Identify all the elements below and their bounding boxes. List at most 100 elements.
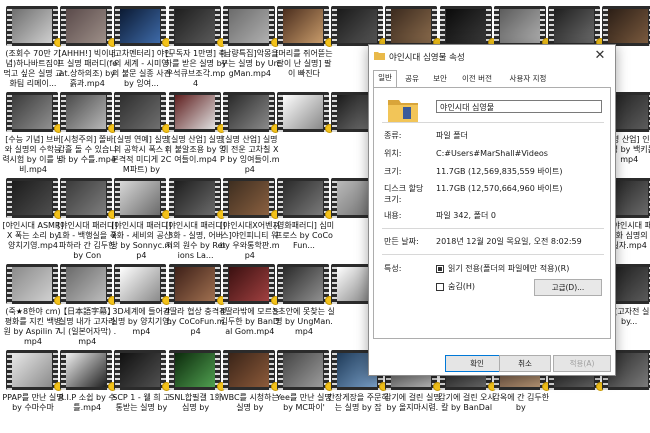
video-file-item[interactable] — [273, 88, 335, 174]
video-thumbnail — [439, 6, 492, 46]
video-file-item[interactable]: 3D세계에 들어간 실명 by 양치기영.mp4 — [110, 260, 172, 346]
tab-sharing[interactable]: 공유 — [401, 72, 423, 86]
file-name: 4딸라밖에 모르는 김두한 by BanDal Gom.mp4 — [220, 307, 280, 336]
video-thumbnail — [6, 264, 58, 304]
video-thumbnail — [60, 178, 113, 218]
video-file-item[interactable]: [수능 기념] 브버와 실명의 수학능력시험 by 이를 낭비.mp4 — [2, 88, 64, 174]
close-button[interactable]: ✕ — [591, 47, 609, 65]
video-thumbnail — [114, 350, 167, 390]
video-file-item[interactable]: [영화패러디] 심미프로스 by CoCoFun... — [273, 174, 335, 260]
attributes-label: 특성: — [384, 264, 402, 273]
video-file-item[interactable]: [구독자 1만명] 축하를 받은 실명 by 우석큐브조각.mp4 — [165, 2, 227, 88]
video-file-item[interactable]: [시청주의] 쫄바 감흘 돌 수 있습니다 by 수틀.mp4 — [56, 88, 118, 174]
thumbnail-frame — [66, 9, 107, 43]
film-strip-icon — [602, 6, 608, 46]
video-file-item[interactable]: Yee를 만난 실명 by MC파이' — [273, 346, 335, 432]
video-file-item[interactable]: (조회수 70만 기념)하나바트짐이 먹고 싶은 실명 교화팀 리메이... — [2, 2, 64, 88]
apply-button[interactable]: 적용(A) — [553, 355, 611, 372]
film-strip-icon — [114, 92, 120, 132]
video-file-item[interactable]: 4딸라밖에 모르는 김두한 by BanDal Gom.mp4 — [219, 260, 281, 346]
video-thumbnail — [602, 6, 650, 46]
video-file-item[interactable]: (죽★8한야 cm) 평화를 지킨 백병원 by Aspilin 7.mp4 — [2, 260, 64, 346]
video-thumbnail — [6, 178, 58, 218]
thumbnail-frame — [120, 181, 161, 215]
thumbnail-frame — [445, 9, 486, 43]
film-strip-icon — [6, 6, 12, 46]
video-file-item[interactable]: [실명 산업] 실명의 불알조용 by 잉여들이.mp4 — [165, 88, 227, 174]
tab-general[interactable]: 일반 — [373, 70, 397, 88]
thumbnail-frame — [12, 95, 52, 129]
film-strip-icon — [60, 6, 66, 46]
film-strip-icon — [331, 92, 337, 132]
size-label: 크기: — [384, 167, 402, 176]
file-name: 감옥에 간 김두한 by — [492, 393, 550, 412]
video-file-item[interactable]: [머리를 쥐어뜯는 팔이 난 실명] 팔이 빠진다 — [273, 2, 335, 88]
location-value: C:#Users#MarShall#Videos — [436, 149, 548, 158]
video-file-item[interactable]: [납량특집]악몽을 꾸는 실명 by UngMan.mp4 — [219, 2, 281, 88]
tab-customize[interactable]: 사용자 지정 — [502, 72, 554, 86]
dialog-title: 야인시대 심영물 속성 — [389, 53, 465, 63]
video-file-item[interactable]: SNL합필갤 1화 심명 by — [165, 346, 227, 432]
file-name: [실명 산업] 실명이 전운 고차칠 XP by 잉여들이.mp4 — [220, 135, 280, 174]
file-name: 【日本語字幕】실명 내가 고자라니 (일본어자막) .mp4 — [58, 307, 117, 346]
thumbnail-frame — [228, 267, 269, 301]
file-name — [544, 393, 606, 433]
tab-previous-versions[interactable]: 이전 버전 — [457, 72, 497, 86]
thumbnail-frame — [66, 95, 107, 129]
readonly-checkbox[interactable] — [436, 265, 444, 273]
divider — [382, 254, 604, 255]
file-name: [고차멘터리] 야인의 세계 - 시미영의 불문 실종 사건 by 잉여... — [111, 49, 172, 88]
contents-label: 내용: — [384, 211, 402, 220]
film-strip-icon — [169, 6, 175, 46]
video-file-item[interactable]: [실명 연예] 실명의 공학시 폭스 ( 본격적 미디게 2CM파트) by — [110, 88, 172, 174]
folder-name-field[interactable]: 야인시대 심영물 — [436, 100, 602, 113]
file-name: [AHHH!] 빅이너프 실명 패러디(feat.상하의조) by 흙과.mp4 — [57, 49, 118, 88]
video-file-item[interactable]: WBC를 시청하는 실명 by — [219, 346, 281, 432]
file-name: [시청주의] 쫄바 감흘 돌 수 있습니다 by 수틀.mp4 — [57, 135, 117, 164]
video-file-item[interactable]: [야인시대 패러디] 1화 - 백행실을 폭파하라 간 김두한 by Con — [56, 174, 118, 260]
video-file-item[interactable]: 4딸라 협상 충격전 by CoCoFun.mp4 — [165, 260, 227, 346]
video-file-item[interactable]: PPAP를 만난 실명 by 수마수마 — [2, 346, 64, 432]
tab-security[interactable]: 보안 — [428, 72, 452, 86]
film-strip-icon — [277, 178, 283, 218]
thumbnail-frame — [283, 353, 323, 387]
video-thumbnail — [168, 178, 221, 218]
thumbnail-frame — [228, 181, 269, 215]
video-file-item[interactable]: SCP 1 - 웰 희 고통받는 실명 by — [110, 346, 172, 432]
thumbnail-frame — [228, 95, 269, 129]
film-strip-icon — [6, 92, 12, 132]
file-name: SCP 1 - 웰 희 고통받는 실명 by — [112, 393, 171, 412]
video-file-item[interactable]: [AHHH!] 빅이너프 실명 패러디(feat.상하의조) by 흙과.mp4 — [56, 2, 118, 88]
film-strip-icon — [223, 6, 229, 46]
video-file-item[interactable]: [야인시대 패러디] 3화 - 실명, 어버지의 원수 by Retions L… — [165, 174, 227, 260]
file-name: 감기에 걸린 오사칼 by BanDal — [438, 393, 495, 412]
video-thumbnail — [385, 6, 438, 46]
film-strip-icon — [277, 6, 283, 46]
video-file-item[interactable]: [야인시대X어벤져스]야인피니티 워 by 우와통학판.mp4 — [219, 174, 281, 260]
cancel-button[interactable]: 취소 — [499, 355, 551, 372]
contents-value: 파일 342, 폴더 0 — [436, 211, 496, 220]
divider — [382, 228, 604, 229]
video-file-item[interactable]: R.I.P 소쉽 by 수틀.mp4 — [56, 346, 118, 432]
video-thumbnail — [222, 6, 275, 46]
video-file-item[interactable]: 5초안에 못찾는 실명 by UngMan.mp4 — [273, 260, 335, 346]
video-file-item[interactable]: [야인시대 패러디] 2화 - 세비의 공산당 by Sonnyc.mp4 — [110, 174, 172, 260]
video-thumbnail — [60, 92, 113, 132]
advanced-button[interactable]: 고급(D)... — [534, 279, 602, 296]
video-file-item[interactable]: [실명 산업] 실명이 전운 고차칠 XP by 잉여들이.mp4 — [219, 88, 281, 174]
hidden-checkbox[interactable] — [436, 283, 444, 291]
video-file-item[interactable]: [야인시대 ASMR] X 폭는 소리 by 양치기영.mp4 — [2, 174, 64, 260]
created-label: 만든 날짜: — [384, 237, 419, 246]
film-strip-icon — [548, 6, 554, 46]
file-name: (죽★8한야 cm) 평화를 지킨 백병원 by Aspilin 7.mp4 — [3, 307, 63, 346]
film-strip-icon — [60, 264, 66, 304]
video-file-item[interactable]: [고차멘터리] 야인의 세계 - 시미영의 불문 실종 사건 by 잉여... — [110, 2, 172, 88]
dialog-titlebar[interactable]: 야인시대 심영물 속성 ✕ — [369, 45, 615, 67]
film-strip-icon — [223, 264, 229, 304]
thumbnail-frame — [228, 353, 269, 387]
film-strip-icon — [6, 350, 12, 390]
thumbnail-frame — [174, 9, 215, 43]
file-name: SNL합필갤 1화 심명 by — [169, 393, 222, 412]
video-file-item[interactable]: 【日本語字幕】실명 내가 고자라니 (일본어자막) .mp4 — [56, 260, 118, 346]
video-thumbnail — [168, 92, 221, 132]
